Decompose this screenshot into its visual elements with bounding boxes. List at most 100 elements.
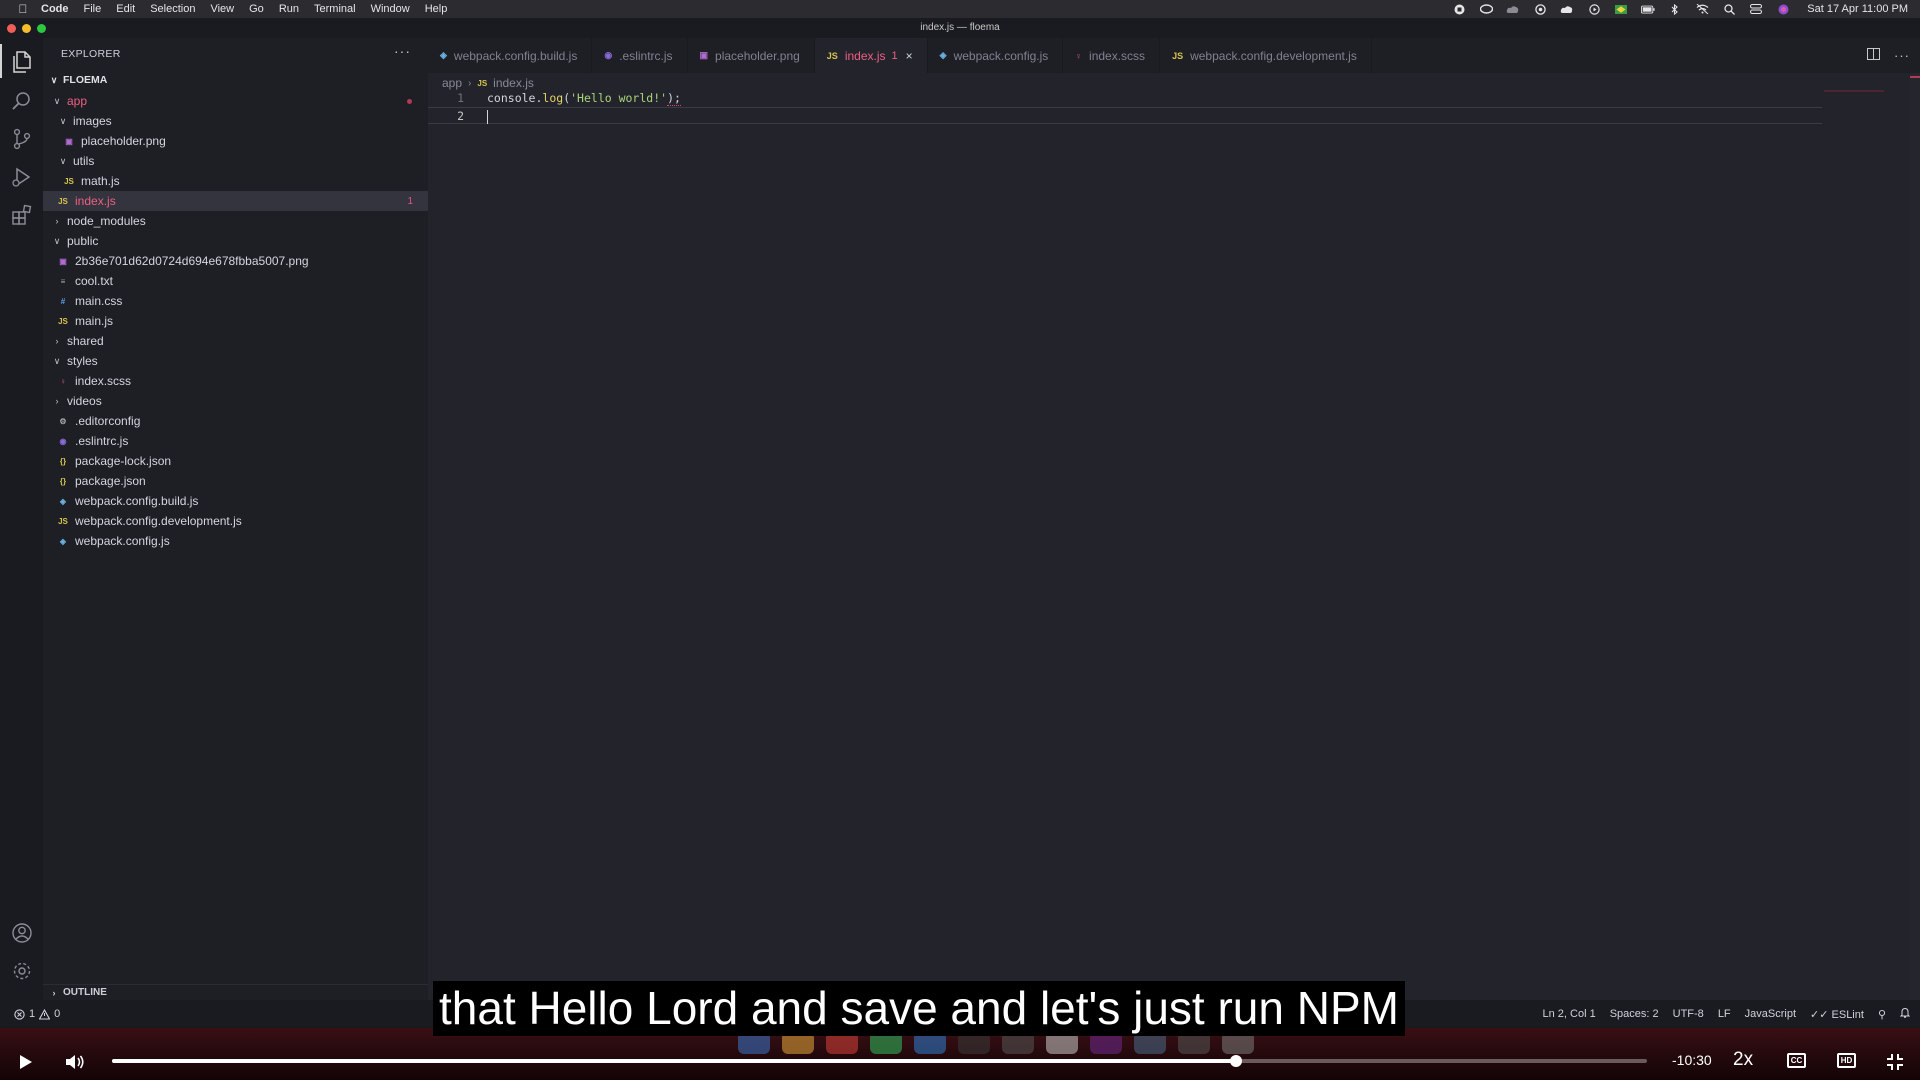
menu-selection[interactable]: Selection (150, 3, 195, 15)
settings-gear-icon[interactable] (9, 958, 35, 984)
tree-file[interactable]: ◈ webpack.config.js (43, 531, 428, 551)
captions-button[interactable]: CC (1787, 1053, 1806, 1068)
tree-item-label: public (67, 234, 99, 248)
editor-tab[interactable]: ▣ placeholder.png (688, 38, 815, 73)
tree-file[interactable]: JS index.js 1 (43, 191, 428, 211)
close-window-button[interactable] (7, 24, 16, 33)
menu-run[interactable]: Run (279, 3, 299, 15)
volume-icon[interactable] (63, 1050, 87, 1074)
tree-folder[interactable]: › videos (43, 391, 428, 411)
tree-file[interactable]: {} package.json (43, 471, 428, 491)
menu-help[interactable]: Help (425, 3, 448, 15)
hd-quality-button[interactable]: HD (1837, 1053, 1856, 1068)
menu-window[interactable]: Window (371, 3, 410, 15)
playback-speed-button[interactable]: 2x (1733, 1049, 1753, 1071)
menu-terminal[interactable]: Terminal (314, 3, 356, 15)
language-mode[interactable]: JavaScript (1745, 1008, 1796, 1020)
split-editor-icon[interactable] (1867, 48, 1880, 63)
tree-file[interactable]: JS main.js (43, 311, 428, 331)
explorer-files-icon[interactable] (9, 49, 35, 75)
more-editor-actions-icon[interactable]: ··· (1894, 48, 1910, 63)
tree-file[interactable]: ▣ 2b36e701d62d0724d694e678fbba5007.png (43, 251, 428, 271)
tree-file[interactable]: ▣ placeholder.png (43, 131, 428, 151)
menu-app-name[interactable]: Code (41, 3, 69, 15)
editor-tab[interactable]: ♀ index.scss (1063, 38, 1161, 73)
tree-file[interactable]: {} package-lock.json (43, 451, 428, 471)
tree-item-label: videos (67, 394, 102, 408)
tree-folder[interactable]: › shared (43, 331, 428, 351)
play-button[interactable] (14, 1050, 38, 1074)
search-icon[interactable] (9, 88, 35, 114)
account-icon[interactable] (9, 920, 35, 946)
tree-item-label: app (67, 94, 88, 108)
control-center-icon[interactable] (1749, 3, 1763, 15)
tree-file[interactable]: JS math.js (43, 171, 428, 191)
creative-cloud-icon[interactable] (1479, 3, 1493, 15)
play-circle-icon[interactable] (1587, 3, 1601, 15)
more-actions-icon[interactable]: ··· (394, 43, 411, 59)
encoding[interactable]: UTF-8 (1673, 1008, 1704, 1020)
tree-folder[interactable]: ∨ images (43, 111, 428, 131)
menu-file[interactable]: File (84, 3, 102, 15)
bluetooth-icon[interactable] (1668, 3, 1682, 15)
tree-file[interactable]: # main.css (43, 291, 428, 311)
tree-file[interactable]: ◉ .eslintrc.js (43, 431, 428, 451)
editor-tab[interactable]: JS index.js 1 × (814, 38, 928, 73)
tree-folder[interactable]: ∨ public (43, 231, 428, 251)
run-debug-icon[interactable] (9, 164, 35, 190)
notifications-bell-icon[interactable] (1899, 1007, 1911, 1021)
live-share-icon[interactable]: ⚲ (1878, 1008, 1886, 1021)
tree-file[interactable]: ♀ index.scss (43, 371, 428, 391)
extensions-icon[interactable] (9, 202, 35, 228)
editor-tab[interactable]: ◉ .eslintrc.js (592, 38, 688, 73)
line-ending[interactable]: LF (1718, 1008, 1731, 1020)
apple-menu-icon[interactable]:  (15, 2, 31, 16)
siri-icon[interactable] (1776, 3, 1790, 15)
tree-file[interactable]: JS webpack.config.development.js (43, 511, 428, 531)
record-icon[interactable] (1452, 3, 1466, 15)
cloud-sync-icon[interactable] (1506, 3, 1520, 15)
video-scrub-handle[interactable] (1229, 1055, 1242, 1067)
menu-view[interactable]: View (210, 3, 234, 15)
menubar-clock[interactable]: Sat 17 Apr 11:00 PM (1807, 3, 1908, 15)
menu-edit[interactable]: Edit (116, 3, 135, 15)
zoom-window-button[interactable] (37, 24, 46, 33)
wifi-off-icon[interactable] (1695, 3, 1709, 15)
project-root[interactable]: ∨ FLOEMA (43, 71, 428, 89)
code-editor[interactable]: 1 console.log('Hello world!'); 2 (428, 90, 1920, 124)
breadcrumb-folder[interactable]: app (442, 76, 462, 90)
spotlight-search-icon[interactable] (1722, 3, 1736, 15)
tree-folder[interactable]: ∨ utils (43, 151, 428, 171)
eslint-status[interactable]: ✓✓ ESLint (1810, 1008, 1864, 1021)
tree-item-label: math.js (81, 174, 120, 188)
breadcrumb-file[interactable]: index.js (493, 76, 534, 90)
flag-icon[interactable] (1614, 3, 1628, 15)
outline-title: OUTLINE (63, 987, 107, 998)
indentation[interactable]: Spaces: 2 (1610, 1008, 1659, 1020)
tree-folder[interactable]: ∨ styles (43, 351, 428, 371)
tree-file[interactable]: ≡ cool.txt (43, 271, 428, 291)
editor-tab[interactable]: JS webpack.config.development.js (1160, 38, 1372, 73)
cloud-upload-icon[interactable] (1560, 3, 1574, 15)
chevron-down-icon: ∨ (59, 155, 67, 166)
tree-file[interactable]: ⚙ .editorconfig (43, 411, 428, 431)
video-progress-track[interactable] (112, 1055, 1647, 1067)
target-icon[interactable] (1533, 3, 1547, 15)
editor-tab[interactable]: ◈ webpack.config.build.js (428, 38, 593, 73)
tree-item-label: shared (67, 334, 104, 348)
tree-file[interactable]: ◈ webpack.config.build.js (43, 491, 428, 511)
close-tab-icon[interactable]: × (906, 49, 913, 63)
editor-scrollbar[interactable] (1910, 73, 1920, 1000)
tab-label: webpack.config.development.js (1190, 48, 1357, 63)
outline-section[interactable]: › OUTLINE (43, 984, 428, 1000)
source-control-icon[interactable] (9, 126, 35, 152)
minimize-window-button[interactable] (22, 24, 31, 33)
menu-go[interactable]: Go (249, 3, 264, 15)
tree-folder[interactable]: ∨ app (43, 91, 428, 111)
exit-fullscreen-icon[interactable] (1883, 1050, 1907, 1074)
problems-indicator[interactable]: 1 0 (14, 1008, 60, 1020)
chevron-right-icon: › (55, 216, 59, 226)
editor-tab[interactable]: ◈ webpack.config.js (928, 38, 1064, 73)
tree-folder[interactable]: › node_modules (43, 211, 428, 231)
cursor-position[interactable]: Ln 2, Col 1 (1543, 1008, 1596, 1020)
